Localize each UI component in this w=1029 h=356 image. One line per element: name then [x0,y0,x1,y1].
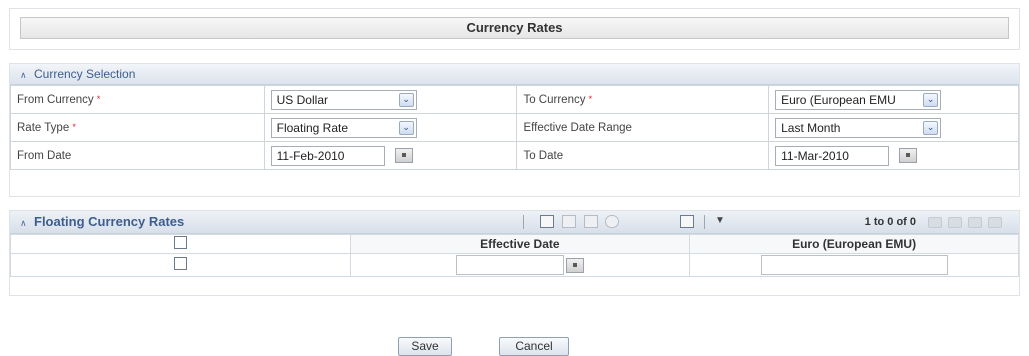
chevron-down-icon[interactable]: ⌄ [923,120,939,135]
table-row [10,253,1019,277]
rate-type-value: Floating Rate [276,120,349,135]
previous-page-icon[interactable] [948,217,962,228]
required-marker: * [72,121,76,132]
floating-currency-rates-panel: ∧ Floating Currency Rates ▼ 1 to 0 of 0 E… [9,210,1020,296]
effective-date-range-value: Last Month [781,120,841,135]
edit-icon[interactable] [562,215,576,228]
chevron-down-icon[interactable]: ⌄ [398,120,414,135]
euro-rate-cell [689,253,1019,277]
row-select-cell [10,253,351,277]
currency-selection-form: From Currency * US Dollar ⌄ To Currency *… [10,85,1019,170]
effective-date-range-cell: Last Month ⌄ [768,113,1019,142]
to-currency-cell: Euro (European EMU ⌄ [768,85,1019,114]
from-currency-select[interactable]: US Dollar ⌄ [270,89,417,110]
rate-type-cell: Floating Rate ⌄ [263,113,518,142]
page-title: Currency Rates [20,17,1009,39]
delete-icon[interactable] [584,215,598,228]
row-checkbox[interactable] [173,257,187,270]
euro-rate-input[interactable] [760,255,948,275]
first-page-icon[interactable] [928,217,942,228]
effective-date-range-label: Effective Date Range [523,121,632,134]
from-currency-label: From Currency [17,93,94,106]
floating-currency-rates-header: ∧ Floating Currency Rates ▼ 1 to 0 of 0 [10,211,1019,234]
toolbar-divider [523,215,524,229]
save-button[interactable]: Save [398,337,452,356]
column-header-effective-date[interactable]: Effective Date [349,234,691,254]
toolbar-divider [704,215,705,229]
to-currency-select[interactable]: Euro (European EMU ⌄ [775,89,942,110]
to-currency-value: Euro (European EMU [781,92,896,107]
to-date-label: To Date [523,149,564,162]
to-currency-label: To Currency [523,93,586,106]
column-header-euro[interactable]: Euro (European EMU) [689,234,1019,254]
from-date-label: From Date [17,149,72,162]
run-icon[interactable] [680,215,694,228]
effective-date-range-label-cell: Effective Date Range [516,113,770,142]
double-chevron-up-icon[interactable]: ∧ [20,212,34,234]
double-chevron-up-icon[interactable]: ∧ [20,65,34,85]
to-date-label-cell: To Date [516,141,770,170]
from-currency-cell: US Dollar ⌄ [263,85,518,114]
from-date-input[interactable]: 11-Feb-2010 [270,145,385,166]
currency-selection-header[interactable]: ∧ Currency Selection [10,64,1019,85]
select-all-checkbox[interactable] [173,236,187,249]
chevron-down-icon[interactable]: ⌄ [923,92,939,107]
settings-icon[interactable] [605,215,619,228]
chevron-down-icon[interactable]: ⌄ [398,92,414,107]
rate-type-select[interactable]: Floating Rate ⌄ [270,117,417,138]
effective-date-input[interactable] [455,255,564,275]
floating-currency-rates-title: Floating Currency Rates [34,214,185,229]
currency-selection-panel: ∧ Currency Selection From Currency * US D… [9,63,1020,197]
select-all-cell [10,234,351,254]
currency-selection-title: Currency Selection [34,67,136,81]
from-currency-value: US Dollar [276,92,328,107]
last-page-icon[interactable] [988,217,1002,228]
rate-type-label-cell: Rate Type * [10,113,265,142]
page-title-panel: Currency Rates [9,8,1020,50]
effective-date-range-select[interactable]: Last Month ⌄ [775,117,942,138]
calendar-icon[interactable] [394,148,413,163]
from-date-cell: 11-Feb-2010 [263,141,518,170]
table-header-row: Effective Date Euro (European EMU) [10,234,1019,254]
required-marker: * [96,93,101,104]
to-date-cell: 11-Mar-2010 [768,141,1019,170]
to-currency-label-cell: To Currency * [516,85,770,114]
from-date-label-cell: From Date [10,141,265,170]
required-marker: * [588,93,593,104]
add-icon[interactable] [540,215,554,228]
filter-icon[interactable]: ▼ [715,215,729,228]
rate-type-label: Rate Type [17,121,70,134]
cancel-button[interactable]: Cancel [499,337,569,356]
from-currency-label-cell: From Currency * [10,85,265,114]
next-page-icon[interactable] [968,217,982,228]
calendar-icon[interactable] [565,257,584,273]
to-date-input[interactable]: 11-Mar-2010 [775,145,890,166]
floating-rates-table: Effective Date Euro (European EMU) [10,234,1019,277]
pager-summary: 1 to 0 of 0 [864,216,916,228]
calendar-icon[interactable] [899,148,918,163]
effective-date-cell [349,253,691,277]
